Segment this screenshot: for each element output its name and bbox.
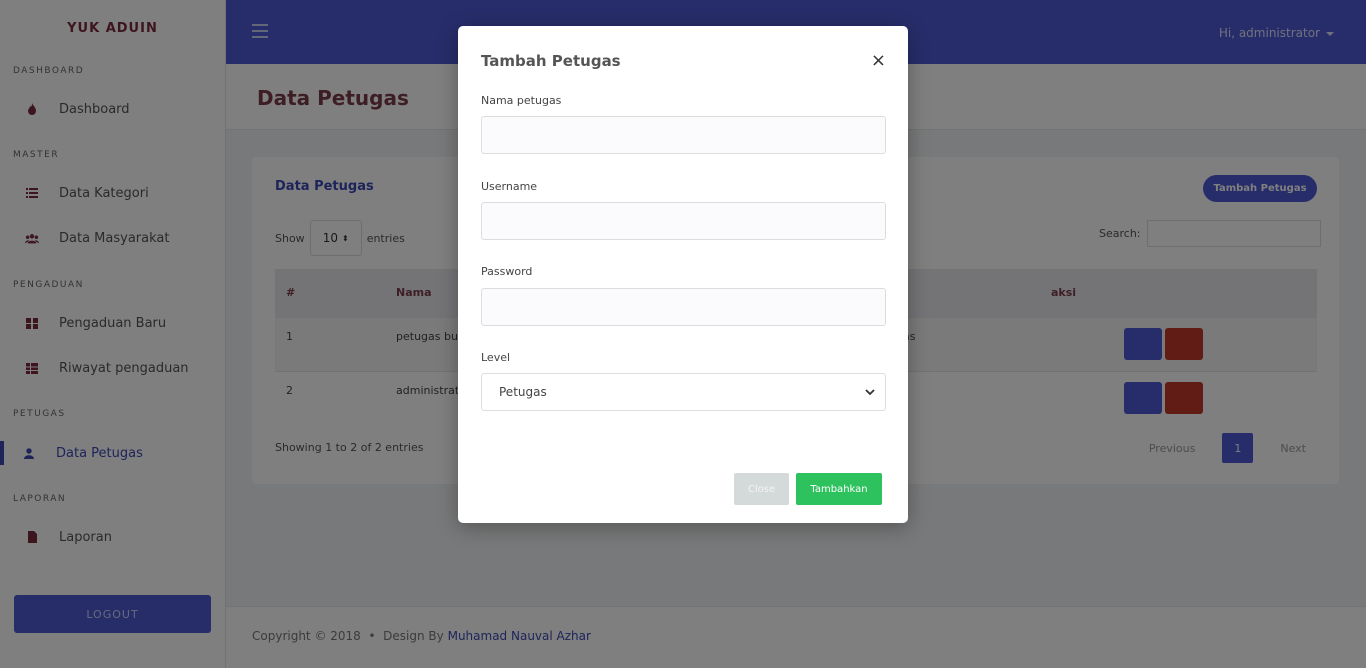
password-field[interactable]	[481, 288, 886, 326]
close-icon[interactable]: ×	[871, 50, 886, 71]
nama-label: Nama petugas	[481, 94, 562, 107]
username-label: Username	[481, 180, 538, 193]
password-label: Password	[481, 265, 533, 278]
level-select[interactable]: Petugas	[481, 373, 886, 411]
modal-title: Tambah Petugas	[481, 52, 621, 70]
username-field[interactable]	[481, 202, 886, 240]
tambah-petugas-modal: Tambah Petugas × Nama petugas Username P…	[458, 26, 908, 523]
chevron-down-icon	[865, 385, 875, 399]
tambahkan-button[interactable]: Tambahkan	[796, 473, 882, 505]
level-value: Petugas	[499, 385, 547, 399]
level-label: Level	[481, 351, 511, 364]
nama-petugas-field[interactable]	[481, 116, 886, 154]
close-button[interactable]: Close	[734, 473, 789, 505]
